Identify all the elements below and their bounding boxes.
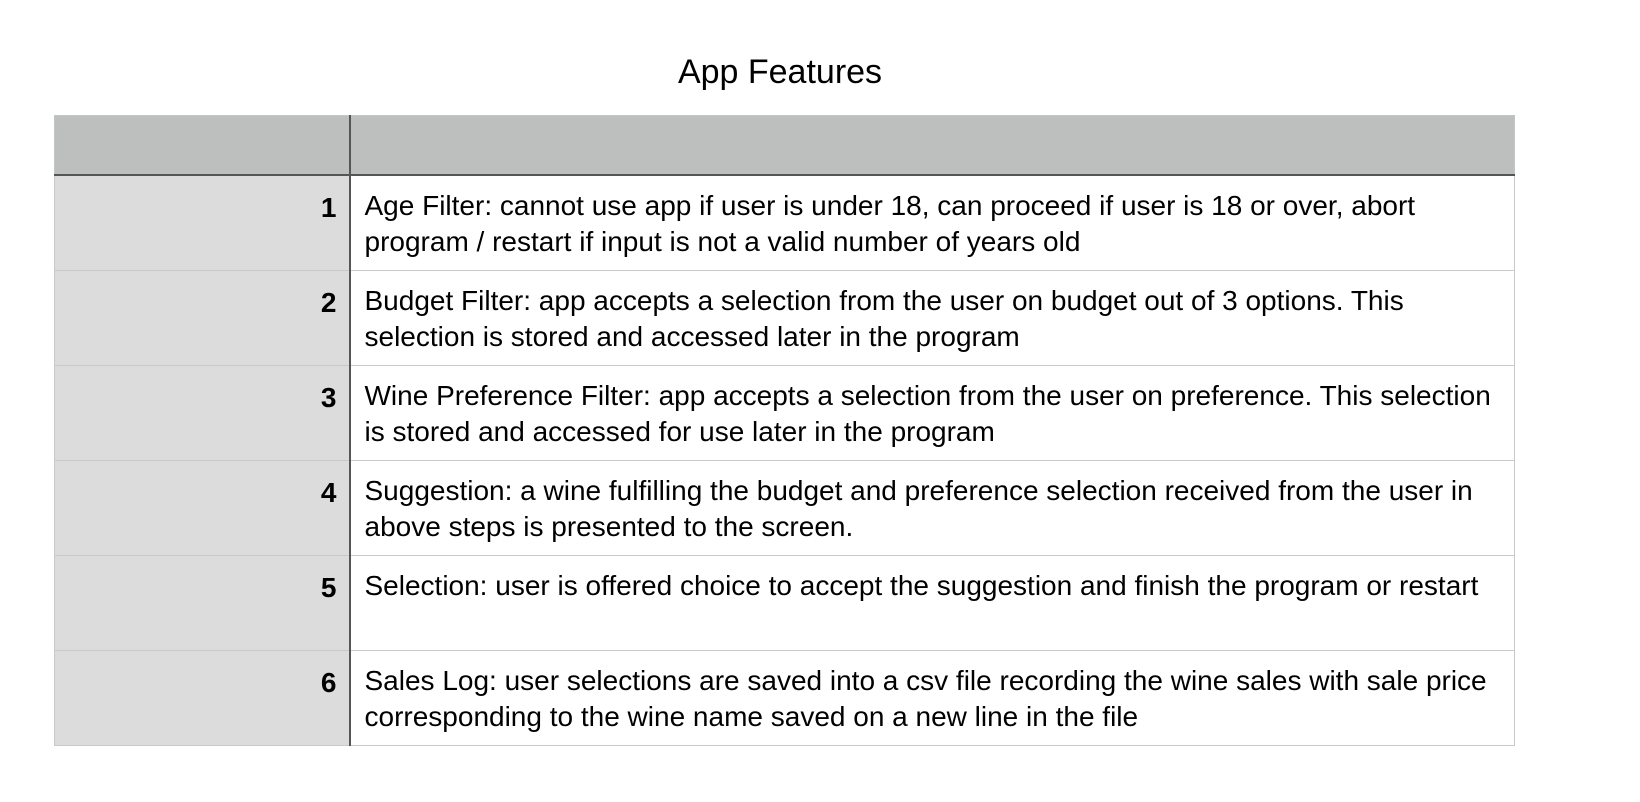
row-number-cell[interactable]: 4 bbox=[54, 459, 351, 556]
row-number-cell[interactable]: 6 bbox=[54, 649, 351, 746]
features-table: 1 Age Filter: cannot use app if user is … bbox=[54, 115, 1515, 746]
feature-description-cell[interactable]: Budget Filter: app accepts a selection f… bbox=[349, 269, 1515, 366]
feature-description-cell[interactable]: Selection: user is offered choice to acc… bbox=[349, 554, 1515, 651]
row-number-cell[interactable]: 2 bbox=[54, 269, 351, 366]
row-number-cell[interactable]: 3 bbox=[54, 364, 351, 461]
header-row bbox=[54, 115, 1515, 176]
table-body: 1 Age Filter: cannot use app if user is … bbox=[54, 174, 1515, 746]
table-row: 3 Wine Preference Filter: app accepts a … bbox=[54, 364, 1515, 461]
feature-description-cell[interactable]: Age Filter: cannot use app if user is un… bbox=[349, 174, 1515, 271]
feature-description-cell[interactable]: Wine Preference Filter: app accepts a se… bbox=[349, 364, 1515, 461]
feature-description-cell[interactable]: Suggestion: a wine fulfilling the budget… bbox=[349, 459, 1515, 556]
row-number-cell[interactable]: 5 bbox=[54, 554, 351, 651]
table-row: 2 Budget Filter: app accepts a selection… bbox=[54, 269, 1515, 366]
table-header bbox=[54, 115, 1515, 176]
table-row: 4 Suggestion: a wine fulfilling the budg… bbox=[54, 459, 1515, 556]
header-cell-number[interactable] bbox=[54, 115, 351, 176]
table-row: 6 Sales Log: user selections are saved i… bbox=[54, 649, 1515, 746]
header-cell-description[interactable] bbox=[349, 115, 1515, 176]
table-title: App Features bbox=[677, 53, 883, 91]
table-row: 1 Age Filter: cannot use app if user is … bbox=[54, 174, 1515, 271]
feature-description-cell[interactable]: Sales Log: user selections are saved int… bbox=[349, 649, 1515, 746]
table-row: 5 Selection: user is offered choice to a… bbox=[54, 554, 1515, 651]
row-number-cell[interactable]: 1 bbox=[54, 174, 351, 271]
